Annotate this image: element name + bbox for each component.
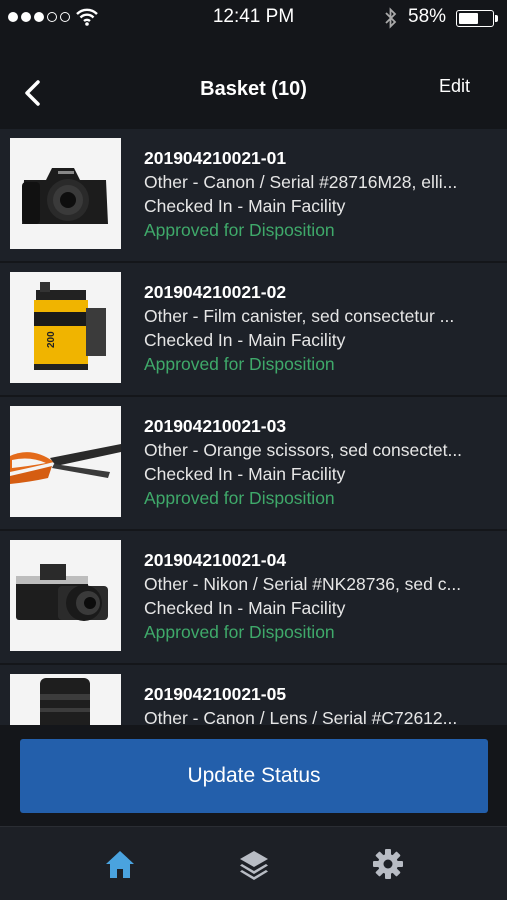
- page-title: Basket (10): [200, 78, 307, 100]
- list-item[interactable]: 201904210021-05 Other - Canon / Lens / S…: [0, 665, 507, 725]
- basket-list: 201904210021-01 Other - Canon / Serial #…: [0, 129, 507, 725]
- item-thumbnail: [10, 674, 121, 725]
- nav-bar: Basket (10) Edit: [0, 60, 507, 120]
- item-thumbnail: [10, 406, 121, 517]
- item-thumbnail: 200: [10, 272, 121, 383]
- film-canister-icon: 200: [10, 272, 121, 383]
- battery-percent: 58%: [408, 6, 447, 27]
- bluetooth-icon: [385, 7, 397, 29]
- status-bar: 12:41 PM 58%: [0, 0, 507, 36]
- layers-icon[interactable]: [237, 847, 271, 881]
- item-description: Other - Canon / Serial #28716M28, elli..…: [144, 172, 458, 192]
- lens-icon: [10, 674, 121, 725]
- home-icon[interactable]: [103, 847, 137, 881]
- item-description: Other - Canon / Lens / Serial #C72612...: [144, 708, 458, 725]
- item-id: 201904210021-05: [144, 684, 287, 704]
- item-thumbnail: [10, 138, 121, 249]
- item-status: Approved for Disposition: [144, 488, 335, 508]
- update-status-button[interactable]: Update Status: [20, 739, 488, 813]
- update-bar: Update Status: [0, 726, 507, 826]
- item-description: Other - Orange scissors, sed consectet..…: [144, 440, 463, 460]
- item-id: 201904210021-03: [144, 416, 287, 436]
- item-status: Approved for Disposition: [144, 220, 335, 240]
- item-location: Checked In - Main Facility: [144, 330, 346, 350]
- list-item[interactable]: 201904210021-04 Other - Nikon / Serial #…: [0, 531, 507, 665]
- battery-icon: [456, 10, 498, 27]
- list-item[interactable]: 201904210021-01 Other - Canon / Serial #…: [0, 129, 507, 263]
- item-status: Approved for Disposition: [144, 622, 335, 642]
- svg-text:200: 200: [46, 331, 57, 348]
- item-id: 201904210021-04: [144, 550, 287, 570]
- edit-button[interactable]: Edit: [439, 76, 470, 97]
- item-status: Approved for Disposition: [144, 354, 335, 374]
- item-location: Checked In - Main Facility: [144, 464, 346, 484]
- camera-canon-icon: [10, 138, 121, 249]
- item-location: Checked In - Main Facility: [144, 196, 346, 216]
- item-id: 201904210021-02: [144, 282, 287, 302]
- list-item[interactable]: 201904210021-03 Other - Orange scissors,…: [0, 397, 507, 531]
- item-location: Checked In - Main Facility: [144, 598, 346, 618]
- list-item[interactable]: 200 201904210021-02 Other - Film caniste…: [0, 263, 507, 397]
- camera-nikon-icon: [10, 540, 121, 651]
- tab-bar: [0, 826, 507, 900]
- item-thumbnail: [10, 540, 121, 651]
- item-description: Other - Nikon / Serial #NK28736, sed c..…: [144, 574, 462, 594]
- item-id: 201904210021-01: [144, 148, 287, 168]
- scissors-icon: [10, 406, 121, 517]
- gear-icon[interactable]: [371, 847, 405, 881]
- item-description: Other - Film canister, sed consectetur .…: [144, 306, 455, 326]
